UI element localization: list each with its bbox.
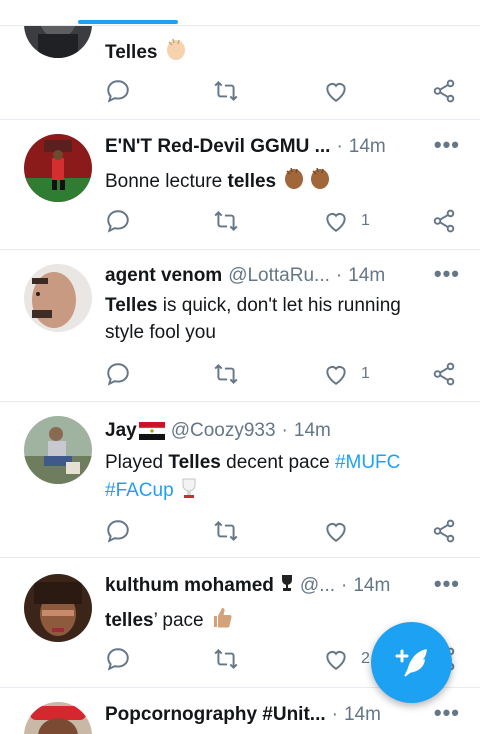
author-name[interactable]: E'N'T Red-Devil GGMU ... xyxy=(105,136,330,158)
reply-button[interactable] xyxy=(105,78,131,104)
like-button[interactable] xyxy=(323,78,349,104)
tweet-text: Telles xyxy=(105,36,440,70)
tweet-text: Bonne lecture telles xyxy=(105,165,440,199)
more-options-button[interactable]: ••• xyxy=(434,700,460,726)
heart-icon xyxy=(326,366,346,385)
reply-icon xyxy=(107,520,129,543)
dot-separator: · xyxy=(335,265,343,286)
more-options-button[interactable]: ••• xyxy=(434,261,460,287)
top-tab-bar xyxy=(0,0,480,26)
tweet-time: 14m xyxy=(348,265,386,286)
author-name[interactable]: kulthum mohamed xyxy=(105,575,274,597)
tweet-time: 14m xyxy=(343,704,381,725)
retweet-icon xyxy=(214,363,238,385)
tweet-text: Played Telles decent pace #MUFC #FACup xyxy=(105,449,440,508)
hashtag-link[interactable]: #FACup xyxy=(105,480,174,501)
trophy-icon xyxy=(280,573,294,599)
retweet-icon xyxy=(214,210,238,232)
author-handle[interactable]: @Coozy933 xyxy=(171,420,276,442)
avatar[interactable] xyxy=(24,702,92,734)
retweet-button[interactable] xyxy=(213,208,239,234)
avatar[interactable] xyxy=(24,134,92,202)
tweet-card[interactable]: agent venom @LottaRu... · 14m ••• Telles… xyxy=(0,250,480,402)
reply-button[interactable] xyxy=(105,208,131,234)
retweet-icon xyxy=(214,520,238,542)
retweet-icon xyxy=(214,648,238,670)
like-button[interactable]: 1 xyxy=(323,361,370,387)
dot-separator: · xyxy=(281,420,288,441)
dot-separator: · xyxy=(341,575,348,596)
tweet-time: 14m xyxy=(348,136,386,157)
retweet-icon xyxy=(214,80,238,102)
thumbs-up-emoji xyxy=(209,604,235,638)
share-button[interactable] xyxy=(431,361,457,387)
avatar[interactable] xyxy=(24,416,92,484)
share-button[interactable] xyxy=(431,208,457,234)
retweet-button[interactable] xyxy=(213,646,239,672)
compose-tweet-button[interactable] xyxy=(371,622,452,703)
retweet-button[interactable] xyxy=(213,518,239,544)
reply-icon xyxy=(107,363,129,386)
like-button[interactable]: 2 xyxy=(323,646,370,672)
dot-separator: · xyxy=(331,704,338,725)
tweet-time: 14m xyxy=(293,420,331,441)
tweet-text: Telles is quick, don't let his running s… xyxy=(105,295,401,343)
avatar[interactable] xyxy=(24,264,92,332)
like-count: 1 xyxy=(361,365,370,382)
clapping-hands-emoji xyxy=(281,165,307,199)
trophy-emoji xyxy=(179,476,199,508)
tweet-card[interactable]: E'N'T Red-Devil GGMU ... · 14m ••• Bonne… xyxy=(0,120,480,250)
author-name[interactable]: Popcornography #Unit... xyxy=(105,704,326,726)
like-button[interactable] xyxy=(323,518,349,544)
author-name[interactable]: agent venom xyxy=(105,265,222,287)
like-count: 1 xyxy=(361,212,370,229)
tweet-card[interactable]: Jay @Coozy933 · 14m Played Telles decent… xyxy=(0,402,480,558)
like-button[interactable]: 1 xyxy=(323,208,370,234)
share-icon xyxy=(433,209,455,233)
more-options-button[interactable]: ••• xyxy=(434,571,460,597)
reply-button[interactable] xyxy=(105,361,131,387)
hashtag-link[interactable]: #MUFC xyxy=(335,452,400,473)
like-count: 2 xyxy=(361,650,370,667)
author-handle[interactable]: @LottaRu... xyxy=(228,265,330,287)
dot-separator: · xyxy=(336,136,343,157)
share-icon xyxy=(433,362,455,386)
retweet-button[interactable] xyxy=(213,78,239,104)
more-options-button[interactable]: ••• xyxy=(434,132,460,158)
reply-icon xyxy=(107,648,129,671)
tweet-time: 14m xyxy=(353,575,391,596)
avatar[interactable] xyxy=(24,574,92,642)
heart-icon xyxy=(326,651,346,670)
share-icon xyxy=(433,519,455,543)
compose-tweet-icon xyxy=(395,648,427,677)
heart-icon xyxy=(326,213,346,232)
reply-icon xyxy=(107,210,129,233)
author-handle[interactable]: @... xyxy=(300,575,335,597)
retweet-button[interactable] xyxy=(213,361,239,387)
heart-icon xyxy=(326,83,346,102)
share-icon xyxy=(433,79,455,103)
egypt-flag-icon xyxy=(138,422,165,440)
reply-button[interactable] xyxy=(105,518,131,544)
share-button[interactable] xyxy=(431,78,457,104)
clapping-hands-emoji xyxy=(163,36,189,70)
active-tab-indicator xyxy=(78,20,178,24)
reply-icon xyxy=(107,80,129,103)
reply-button[interactable] xyxy=(105,646,131,672)
heart-icon xyxy=(326,523,346,542)
share-button[interactable] xyxy=(431,518,457,544)
author-name[interactable]: Jay xyxy=(105,420,137,442)
clapping-hands-emoji xyxy=(307,165,333,199)
